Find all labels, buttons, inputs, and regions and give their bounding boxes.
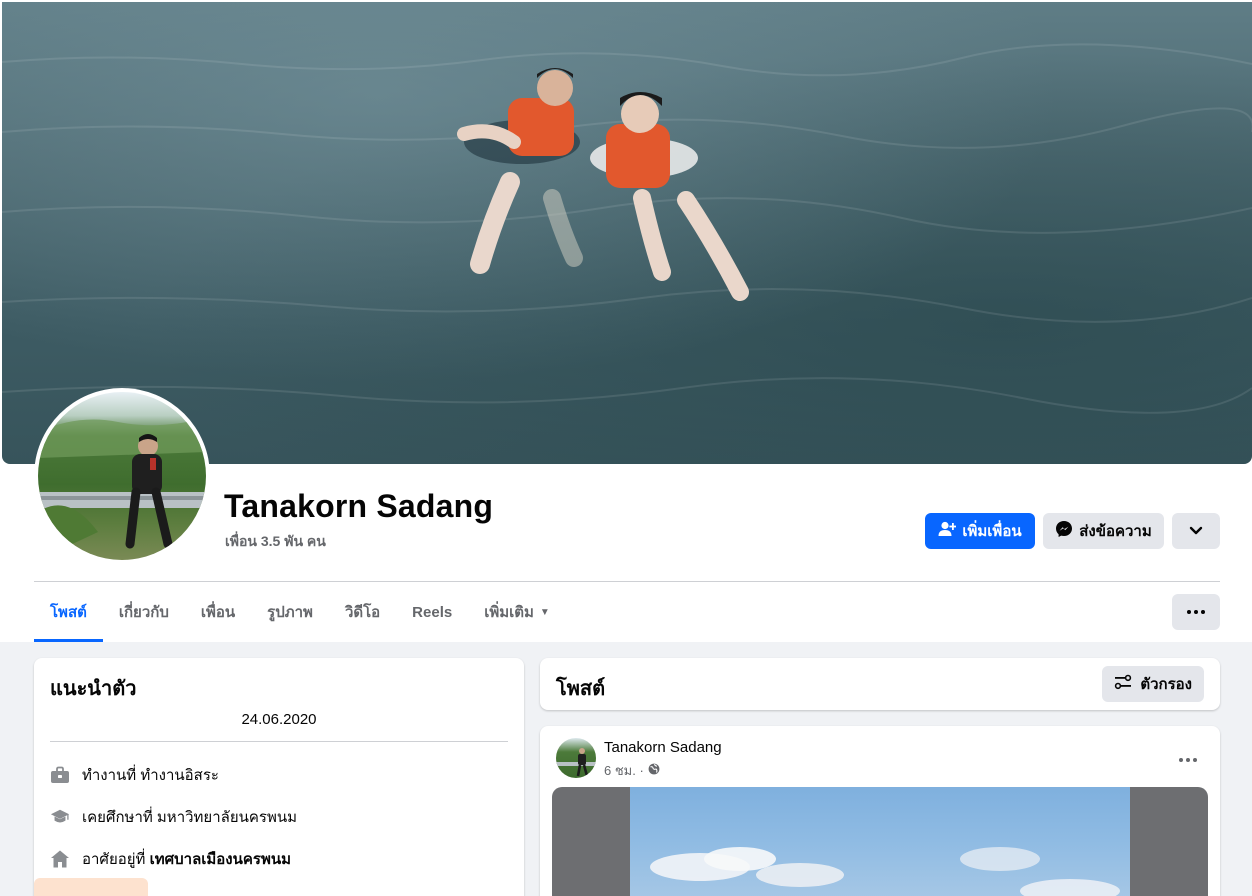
tab-label: เพิ่มเติม	[484, 604, 534, 621]
intro-education-text: เคยศึกษาที่ มหาวิทยาลัยนครพนม	[82, 809, 297, 826]
tab-label: เกี่ยวกับ	[118, 604, 169, 621]
cover-scene	[2, 43, 1252, 414]
filter-label: ตัวกรอง	[1140, 676, 1192, 693]
globe-icon	[648, 763, 660, 778]
intro-lives-prefix: อาศัยอยู่ที่	[82, 851, 146, 868]
tab-label: เพื่อน	[200, 604, 236, 621]
tab-label: โพสต์	[50, 604, 87, 621]
intro-divider	[50, 741, 508, 742]
add-friend-icon	[938, 521, 957, 541]
intro-lives: อาศัยอยู่ที่ เทศบาลเมืองนครพนม	[50, 847, 291, 871]
tab-label: วิดีโอ	[344, 604, 381, 621]
tab-label: รูปภาพ	[267, 604, 313, 621]
intro-lives-place[interactable]: เทศบาลเมืองนครพนม	[150, 851, 291, 868]
profile-avatar-photo	[38, 392, 206, 560]
post-author-avatar[interactable]	[556, 738, 596, 778]
profile-avatar[interactable]	[34, 388, 210, 564]
intro-title: แนะนำตัว	[50, 678, 137, 700]
post-photo-sky	[630, 787, 1130, 896]
post-card: Tanakorn Sadang 6 ชม. ·	[540, 726, 1220, 896]
tab-photos[interactable]: รูปภาพ	[251, 582, 329, 642]
filter-button[interactable]: ตัวกรอง	[1102, 666, 1204, 702]
filter-icon	[1114, 674, 1132, 694]
message-label: ส่งข้อความ	[1079, 523, 1152, 540]
intro-work-text: ทำงานที่ ทำงานอิสระ	[82, 767, 219, 784]
chevron-down-icon	[1189, 523, 1203, 540]
friends-count[interactable]: เพื่อน 3.5 พัน คน	[225, 531, 326, 553]
profile-options-button[interactable]	[1172, 513, 1220, 549]
more-icon	[1179, 758, 1197, 762]
tab-more[interactable]: เพิ่มเติม ▼	[468, 582, 566, 642]
add-friend-button[interactable]: เพิ่มเพื่อน	[925, 513, 1035, 549]
intro-card: แนะนำตัว 24.06.2020 ทำงานที่ ทำงานอิสระ …	[34, 658, 524, 896]
tab-label: Reels	[412, 603, 453, 621]
message-button[interactable]: ส่งข้อความ	[1043, 513, 1164, 549]
post-image[interactable]	[552, 787, 1208, 896]
tab-friends[interactable]: เพื่อน	[185, 582, 251, 642]
post-time[interactable]: 6 ชม. ·	[604, 760, 644, 781]
tab-reels[interactable]: Reels	[396, 582, 468, 642]
tab-about[interactable]: เกี่ยวกับ	[103, 582, 185, 642]
more-icon	[1187, 610, 1205, 614]
post-more-button[interactable]	[1170, 742, 1206, 778]
caret-down-icon: ▼	[539, 606, 550, 618]
intro-bio: 24.06.2020	[241, 711, 317, 728]
post-author-name[interactable]: Tanakorn Sadang	[604, 739, 722, 756]
posts-title: โพสต์	[556, 678, 606, 700]
bottom-overlay-tab	[34, 878, 148, 896]
posts-header-card: โพสต์ ตัวกรอง	[540, 658, 1220, 710]
graduation-cap-icon	[50, 807, 70, 827]
tabs-more-button[interactable]	[1172, 594, 1220, 630]
post-meta: 6 ชม. ·	[604, 760, 660, 781]
add-friend-label: เพิ่มเพื่อน	[962, 523, 1022, 540]
home-icon	[50, 849, 70, 869]
intro-education: เคยศึกษาที่ มหาวิทยาลัยนครพนม	[50, 805, 297, 829]
cover-photo[interactable]	[2, 2, 1252, 464]
profile-name: Tanakorn Sadang	[224, 488, 494, 524]
tab-videos[interactable]: วิดีโอ	[329, 582, 396, 642]
messenger-icon	[1055, 520, 1073, 542]
briefcase-icon	[50, 765, 70, 785]
intro-work: ทำงานที่ ทำงานอิสระ	[50, 763, 219, 787]
profile-header: Tanakorn Sadang เพื่อน 3.5 พัน คน เพิ่มเ…	[0, 0, 1252, 642]
tab-posts[interactable]: โพสต์	[34, 582, 103, 642]
profile-tabs: โพสต์ เกี่ยวกับ เพื่อน รูปภาพ วิดีโอ Ree…	[34, 582, 566, 642]
swimmer-left	[457, 68, 583, 274]
